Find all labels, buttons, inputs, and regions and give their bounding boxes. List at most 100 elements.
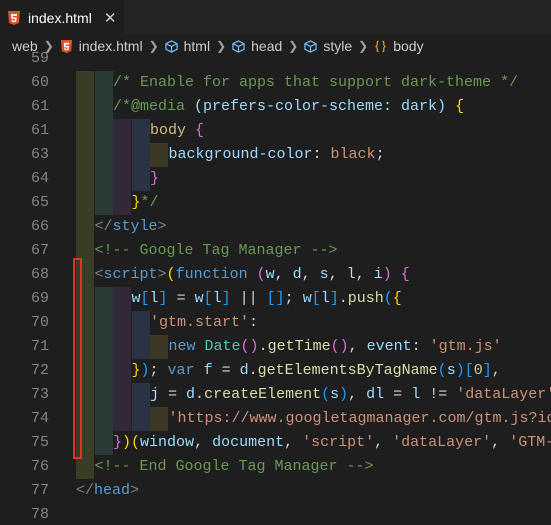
code-token: event [366, 338, 412, 355]
code-token: */ [140, 194, 159, 211]
code-line: 75 })(window, document, 'script', 'dataLa… [0, 431, 551, 455]
code-token: = [212, 362, 240, 379]
indent-guide [94, 71, 113, 95]
code-token: 'gtm.js' [429, 338, 502, 355]
code-token: != [420, 386, 457, 403]
close-icon[interactable]: ✕ [104, 11, 117, 26]
code-token: : [312, 146, 331, 163]
code-line: 71 new Date().getTime(), event: 'gtm.js' [0, 335, 551, 359]
code-token: new [168, 338, 196, 355]
code-text: } [150, 167, 159, 191]
code-token: d [239, 362, 249, 379]
code-line: 61 body { [0, 119, 551, 143]
code-token: 'GTM-XXXX' [509, 434, 551, 451]
code-line: 73 j = d.createElement(s), dl = l != 'dat… [0, 383, 551, 407]
code-token: [ [203, 290, 213, 307]
code-token: { [392, 290, 402, 307]
indent-guide [131, 335, 150, 359]
code-text: </style> [95, 215, 167, 239]
indent-guide [76, 95, 94, 119]
indent-guide [94, 311, 113, 335]
code-token: > [130, 482, 140, 499]
code-token: (prefers-color-scheme: dark) [194, 98, 447, 115]
code-token: () [240, 338, 259, 355]
code-token: . [195, 386, 205, 403]
indent-guide [150, 407, 168, 431]
code-token: l [320, 290, 330, 307]
code-token: s [319, 266, 329, 283]
indent-guide [131, 383, 150, 407]
indent-guide [94, 191, 113, 215]
code-token: l [149, 290, 159, 307]
indent-guide [131, 119, 150, 143]
code-line: 72}); var f = d.getElementsByTagName(s)[… [0, 359, 551, 383]
code-token: l [411, 386, 421, 403]
code-line: 70 'gtm.start': [0, 311, 551, 335]
code-token: head [94, 482, 131, 499]
code-line: 67 <!-- Google Tag Manager --> [0, 239, 551, 263]
code-text: <!-- End Google Tag Manager --> [95, 455, 374, 479]
indent-guide [76, 119, 94, 143]
code-text: j = d.createElement(s), dl = l != 'dataL… [150, 383, 551, 407]
indent-guide [94, 143, 113, 167]
indent-guide [94, 95, 113, 119]
indent-guide [131, 311, 150, 335]
code-token: [ [464, 362, 474, 379]
highlight-box [73, 258, 82, 459]
indent-guide [94, 335, 113, 359]
line-number: 61 [30, 98, 49, 115]
indent-guide [76, 191, 94, 215]
code-token: , [284, 434, 303, 451]
code-token: > [157, 266, 167, 283]
code-token: <!-- End Google Tag Manager --> [94, 458, 374, 475]
code-token: 'script' [302, 434, 375, 451]
line-number: 71 [30, 338, 49, 355]
code-token: , [194, 434, 213, 451]
code-token: i [373, 266, 383, 283]
code-token: w [265, 266, 275, 283]
code-token: 'dataLayer' [456, 386, 551, 403]
code-editor[interactable]: 59 60 /* Enable for apps that support dark… [0, 50, 551, 525]
code-token: createElement [204, 386, 322, 403]
tab-index-html[interactable]: index.html ✕ [0, 0, 124, 35]
code-line: 60 /* Enable for apps that support dark-t… [0, 71, 551, 95]
code-token: ) [455, 362, 465, 379]
code-token: black [330, 146, 376, 163]
line-number: 64 [30, 170, 49, 187]
line-number: 72 [30, 362, 49, 379]
code-token: document [212, 434, 285, 451]
code-token: 0 [473, 362, 483, 379]
code-token: [ [311, 290, 321, 307]
code-token: . [338, 290, 348, 307]
line-number: 63 [30, 146, 49, 163]
code-token: } [131, 362, 141, 379]
code-token: w [131, 290, 141, 307]
line-number: 77 [30, 482, 49, 499]
html5-icon [8, 11, 20, 25]
code-token: var [167, 362, 195, 379]
line-number: 75 [30, 434, 49, 451]
code-text: <!-- Google Tag Manager --> [95, 239, 338, 263]
code-token: || [230, 290, 267, 307]
code-token: () [330, 338, 349, 355]
indent-guide [113, 167, 131, 191]
code-token: background-color [168, 146, 313, 163]
code-text: })(window, document, 'script', 'dataLaye… [113, 431, 551, 455]
code-line: 64} [0, 167, 551, 191]
code-token: 'https://www.googletagmanager.com/gtm.js… [168, 410, 551, 427]
indent-guide [94, 431, 113, 455]
code-line: 76 <!-- End Google Tag Manager --> [0, 455, 551, 479]
indent-guide [94, 167, 113, 191]
code-token: [] [266, 290, 285, 307]
code-token: style [112, 218, 158, 235]
code-token: w [194, 290, 204, 307]
code-text: }*/ [132, 191, 159, 215]
indent-guide [150, 143, 168, 167]
code-text: new Date().getTime(), event: 'gtm.js' [169, 335, 502, 359]
line-number: 70 [30, 314, 49, 331]
indent-guide [150, 335, 168, 359]
code-token: /*@media [113, 98, 195, 115]
line-number: 74 [30, 410, 49, 427]
code-line: 74 'https://www.googletagmanager.com/gtm.… [0, 407, 551, 431]
